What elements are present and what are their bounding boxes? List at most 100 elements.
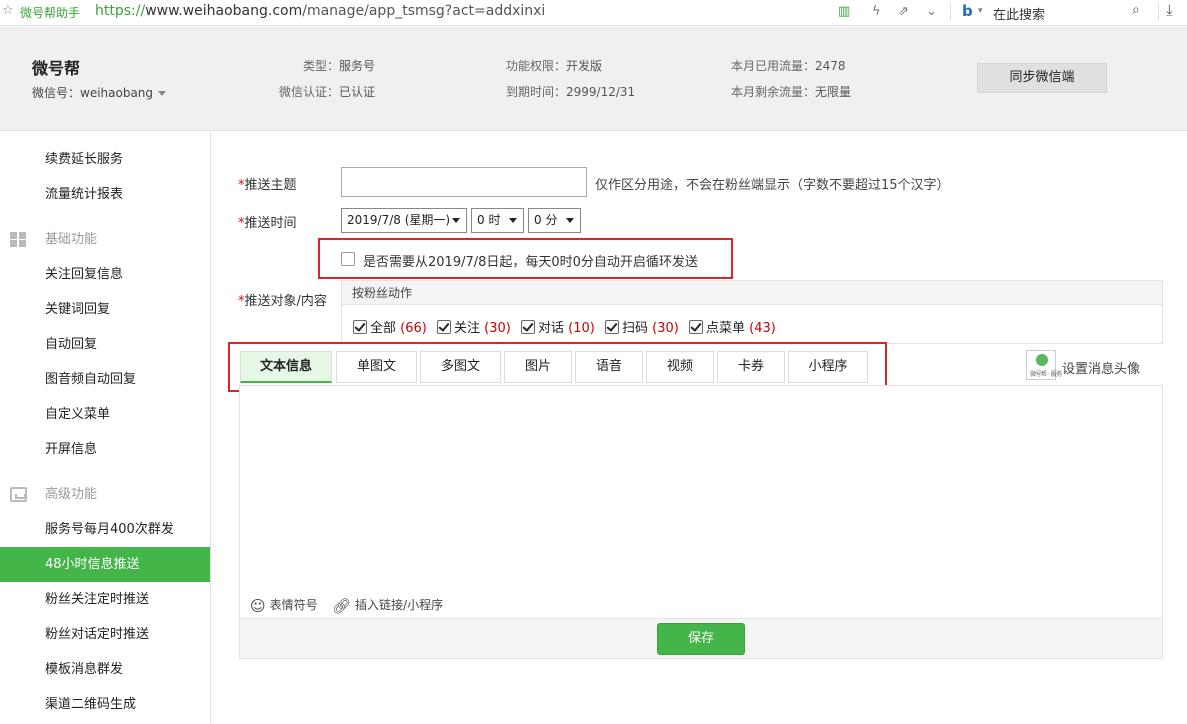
avatar-tiny-text: 微号帮 · 服务 xyxy=(1030,371,1062,378)
browser-search-input[interactable]: 在此搜索 xyxy=(993,4,1045,23)
url-protocol: https:// xyxy=(95,3,146,19)
sidebar-section-basic: 基础功能 xyxy=(0,222,210,257)
sidebar-section-advanced: 高级功能 xyxy=(0,477,210,512)
remain-value: 无限量 xyxy=(815,85,852,99)
checkbox-checked-icon xyxy=(689,320,703,334)
tab-text[interactable]: 文本信息 xyxy=(240,351,332,383)
target-panel-heading: 按粉丝动作 xyxy=(342,281,1162,305)
topic-input[interactable] xyxy=(341,167,587,197)
date-select[interactable]: 2019/7/8 (星期一) xyxy=(341,208,467,233)
tab-single-article[interactable]: 单图文 xyxy=(336,351,417,383)
time-label: *推送时间 xyxy=(238,212,297,231)
engine-caret-icon[interactable]: ▾ xyxy=(978,6,983,16)
expire-value: 2999/12/31 xyxy=(566,85,636,99)
emoji-button[interactable]: ☺ 表情符号 xyxy=(250,596,318,615)
avatar-logo-icon xyxy=(1036,354,1048,366)
tab-multi-article[interactable]: 多图文 xyxy=(420,351,501,383)
date-select-value: 2019/7/8 (星期一) xyxy=(347,213,451,227)
remain-label: 本月剩余流量： xyxy=(731,85,816,99)
sidebar-item-mass-send[interactable]: 服务号每月400次群发 xyxy=(0,512,210,547)
tab-mini-program[interactable]: 小程序 xyxy=(788,351,868,383)
bing-icon[interactable]: b xyxy=(962,2,973,20)
message-avatar-thumbnail[interactable]: 微号帮 · 服务 xyxy=(1026,350,1062,380)
expire-label: 到期时间： xyxy=(506,85,567,99)
section-basic-label: 基础功能 xyxy=(45,232,98,247)
loop-send-checkbox[interactable] xyxy=(341,252,355,266)
hour-select[interactable]: 0 时 xyxy=(471,208,524,233)
sidebar-item-follow-reply[interactable]: 关注回复信息 xyxy=(0,257,210,292)
sidebar-item-custom-menu[interactable]: 自定义菜单 xyxy=(0,397,210,432)
tab-video[interactable]: 视频 xyxy=(646,351,714,383)
link-icon: 🔗︎ xyxy=(332,597,352,615)
sidebar-item-media-auto-reply[interactable]: 图音频自动回复 xyxy=(0,362,210,397)
type-value: 服务号 xyxy=(339,59,376,73)
tab-image[interactable]: 图片 xyxy=(504,351,572,383)
divider xyxy=(1158,4,1159,21)
target-scan-checkbox[interactable]: 扫码 (30) xyxy=(605,317,679,336)
perm-value: 开发版 xyxy=(566,59,603,73)
target-scan-count: (30) xyxy=(652,321,679,336)
topic-hint: 仅作区分用途，不会在粉丝端显示（字数不要超过15个汉字） xyxy=(595,178,950,193)
save-button[interactable]: 保存 xyxy=(657,623,745,655)
target-all-checkbox[interactable]: 全部 (66) xyxy=(353,317,427,336)
share-icon[interactable]: ⇗ xyxy=(898,4,909,19)
target-label-text: 推送对象/内容 xyxy=(244,294,327,309)
target-chat-checkbox[interactable]: 对话 (10) xyxy=(521,317,595,336)
caret-down-icon xyxy=(158,91,167,96)
search-icon[interactable]: ⌕ xyxy=(1132,2,1140,18)
divider xyxy=(950,4,951,21)
lightning-icon[interactable]: ϟ xyxy=(872,4,881,19)
inbox-icon xyxy=(10,487,27,502)
target-follow-count: (30) xyxy=(484,321,511,336)
tab-voice[interactable]: 语音 xyxy=(575,351,643,383)
sidebar-item-follow-timed-push[interactable]: 粉丝关注定时推送 xyxy=(0,582,210,617)
account-id: 微信号：weihaobang xyxy=(32,86,154,100)
target-menu-count: (43) xyxy=(749,321,776,336)
loop-send-label[interactable]: 是否需要从2019/7/8日起，每天0时0分自动开启循环发送 xyxy=(363,251,698,270)
target-all-count: (66) xyxy=(400,321,427,336)
insert-link-button[interactable]: 🔗︎ 插入链接/小程序 xyxy=(332,596,443,615)
reader-icon[interactable]: ▥ xyxy=(838,4,850,19)
address-bar[interactable]: https://www.weihaobang.com/manage/app_ts… xyxy=(95,3,545,19)
topic-label-text: 推送主题 xyxy=(244,178,297,193)
sidebar-item-template-mass[interactable]: 模板消息群发 xyxy=(0,652,210,687)
target-chat-label: 对话 xyxy=(538,321,565,336)
target-chat-count: (10) xyxy=(568,321,595,336)
type-label: 类型： xyxy=(303,59,340,73)
verify-value: 已认证 xyxy=(339,85,376,99)
url-host: www.weihaobang.com xyxy=(145,3,303,19)
sidebar-item-channel-qrcode[interactable]: 渠道二维码生成 xyxy=(0,687,210,722)
target-menu-label: 点菜单 xyxy=(706,321,746,336)
time-label-text: 推送时间 xyxy=(244,216,297,231)
sidebar-item-traffic-report[interactable]: 流量统计报表 xyxy=(0,177,210,212)
minute-select[interactable]: 0 分 xyxy=(528,208,581,233)
account-type: 类型：服务号 xyxy=(303,57,375,74)
checkbox-checked-icon xyxy=(605,320,619,334)
sidebar-item-chat-timed-push[interactable]: 粉丝对话定时推送 xyxy=(0,617,210,652)
account-id-switcher[interactable]: 微信号：weihaobang xyxy=(32,84,167,101)
verify-label: 微信认证： xyxy=(279,85,340,99)
sidebar-item-48h-push[interactable]: 48小时信息推送 xyxy=(0,547,210,582)
target-label: *推送对象/内容 xyxy=(238,290,327,309)
sidebar-item-splash[interactable]: 开屏信息 xyxy=(0,432,210,467)
target-scan-label: 扫码 xyxy=(622,321,649,336)
insert-link-label: 插入链接/小程序 xyxy=(355,598,444,612)
tab-coupon[interactable]: 卡券 xyxy=(717,351,785,383)
sidebar-item-renew[interactable]: 续费延长服务 xyxy=(0,142,210,177)
chevron-down-icon[interactable]: ⌄ xyxy=(926,4,937,19)
checkbox-checked-icon xyxy=(521,320,535,334)
emoji-label: 表情符号 xyxy=(269,598,318,612)
used-label: 本月已用流量： xyxy=(731,59,816,73)
minute-select-value: 0 分 xyxy=(534,213,558,227)
set-avatar-link[interactable]: 设置消息头像 xyxy=(1062,358,1140,377)
target-menu-checkbox[interactable]: 点菜单 (43) xyxy=(689,317,776,336)
star-icon[interactable]: ☆ xyxy=(2,3,14,18)
hour-select-value: 0 时 xyxy=(477,213,501,227)
site-name: 微号帮助手 xyxy=(20,6,81,20)
sync-wechat-button[interactable]: 同步微信端 xyxy=(977,63,1107,93)
sidebar-item-auto-reply[interactable]: 自动回复 xyxy=(0,327,210,362)
target-follow-checkbox[interactable]: 关注 (30) xyxy=(437,317,511,336)
select-arrow-icon xyxy=(509,218,517,223)
sidebar-item-keyword-reply[interactable]: 关键词回复 xyxy=(0,292,210,327)
download-icon[interactable]: ⤓ xyxy=(1166,1,1173,19)
